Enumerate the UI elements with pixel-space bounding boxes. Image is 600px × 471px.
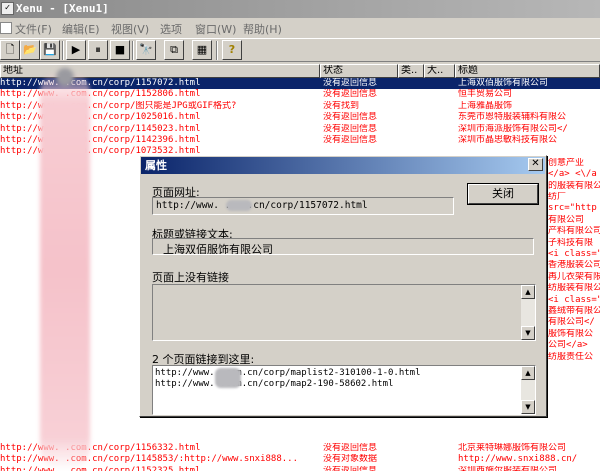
toolbar-separator xyxy=(132,41,134,60)
row-status: 没有返回信息 xyxy=(323,465,378,471)
table-row[interactable] xyxy=(0,420,600,431)
list-header: 地址 状态 类.. 大.. 标题 xyxy=(0,64,600,78)
new-icon[interactable]: 🗋 xyxy=(0,40,20,60)
scrollbar[interactable]: ▲ ▼ xyxy=(521,285,535,340)
toolbar-separator xyxy=(62,41,64,60)
row-title: 深圳市晶思敏科技有限公 xyxy=(458,135,558,145)
title-fragment: 产料有限公司 xyxy=(548,226,600,237)
dialog-title: 属性 xyxy=(145,159,167,172)
table-row[interactable]: http://www. .com.cn/corp/1152806.html 没有返… xyxy=(0,89,600,100)
document-icon[interactable] xyxy=(0,22,12,34)
toolbar: 🗋 📂 💾 ▶ ⏸ ■ 🔭 ⧉ ▦ ? xyxy=(0,38,600,62)
close-button[interactable]: 关闭 xyxy=(468,184,538,204)
title-fragment: 有限公司 xyxy=(548,214,585,225)
row-status: 没有返回信息 xyxy=(323,112,378,123)
title-fragment: </a> <\/a xyxy=(548,169,597,180)
row-title: 恒丰贸易公司 xyxy=(458,89,513,100)
redaction-blur xyxy=(40,68,90,470)
title-fragment: 公司</a> xyxy=(548,340,588,351)
window-title: Xenu - [Xenu1] xyxy=(16,2,109,15)
title-fragment: 纺厂 xyxy=(548,192,567,202)
title-fragment: 鑫绒带有限公 xyxy=(548,306,600,316)
properties-icon[interactable]: ▦ xyxy=(192,40,212,60)
menu-edit[interactable]: 编辑(E) xyxy=(62,21,100,37)
pause-icon[interactable]: ⏸ xyxy=(88,40,108,60)
window-titlebar[interactable]: ✓ Xenu - [Xenu1] xyxy=(0,0,600,18)
text-field[interactable]: 上海双佰服饰有限公司 xyxy=(152,238,534,255)
scroll-up-icon[interactable]: ▲ xyxy=(521,285,535,299)
title-fragment: src="http xyxy=(548,203,597,214)
row-status: 没有找到 xyxy=(323,100,360,111)
close-icon[interactable]: ✕ xyxy=(528,158,543,171)
row-title: 上海雅晶服饰 xyxy=(458,100,513,111)
column-header-status[interactable]: 状态 xyxy=(320,64,398,78)
row-status: 没有对象数据 xyxy=(323,454,378,465)
incoming-link[interactable]: http://www. .com.cn/corp/maplist2-310100… xyxy=(155,368,421,378)
table-row[interactable]: http://www. .com.cn/corp/1145023.html 没有返… xyxy=(0,124,600,135)
help-icon[interactable]: ? xyxy=(222,40,242,60)
menu-bar: 文件(F) 编辑(E) 视图(V) 选项 窗口(W) 帮助(H) xyxy=(0,18,600,38)
column-header-size[interactable]: 大.. xyxy=(424,64,455,78)
table-row[interactable]: http://www. .com.cn/corp/1156332.html 没有返… xyxy=(0,443,600,454)
menu-options[interactable]: 选项 xyxy=(160,21,182,37)
title-fragment: 纺服装有限公 xyxy=(548,283,600,294)
table-row[interactable]: http://www. .com.cn/corp/1142396.html 没有返… xyxy=(0,135,600,146)
menu-help[interactable]: 帮助(H) xyxy=(243,21,282,37)
table-row[interactable]: http://www. .com.cn/corp/1152325.html 没有返… xyxy=(0,466,600,471)
xenu-app-icon[interactable]: ✓ xyxy=(1,2,14,15)
title-fragment: <i class=" xyxy=(548,294,600,305)
copy-icon[interactable]: ⧉ xyxy=(164,40,184,60)
title-fragment: 纺服责任公 xyxy=(548,351,594,362)
scroll-up-icon[interactable]: ▲ xyxy=(521,366,535,380)
row-status: 没有返回信息 xyxy=(323,78,378,88)
row-title: 北京莱特琳娜服饰有限公司 xyxy=(458,442,567,453)
table-row[interactable]: http://www. .com.cn/corp/图只能是JPG或GIF格式? 没… xyxy=(0,101,600,112)
incoming-link[interactable]: http://www. .com.cn/corp/map2-190-58602.… xyxy=(155,379,393,389)
column-header-type[interactable]: 类.. xyxy=(398,64,424,78)
title-fragment: 创意产业 xyxy=(548,157,585,168)
row-title: 上海双佰服饰有限公司 xyxy=(458,78,549,88)
row-status: 没有返回信息 xyxy=(323,123,378,134)
row-status: 没有返回信息 xyxy=(323,442,378,453)
open-icon[interactable]: 📂 xyxy=(20,40,40,60)
row-title: 深圳西施尔服装有限公司 xyxy=(458,465,558,471)
redaction-blur xyxy=(215,368,241,388)
redaction-blur xyxy=(226,200,252,211)
row-status: 没有返回信息 xyxy=(323,89,378,100)
incoming-links-box[interactable]: http://www. .com.cn/corp/maplist2-310100… xyxy=(152,365,536,415)
row-title: 深圳市海派服饰有限公司</ xyxy=(458,123,568,134)
menu-file[interactable]: 文件(F) xyxy=(15,21,52,37)
scroll-down-icon[interactable]: ▼ xyxy=(521,400,535,414)
no-links-label: 页面上没有链接 xyxy=(152,271,229,284)
find-icon[interactable]: 🔭 xyxy=(136,40,156,60)
table-row[interactable]: http://www. .com.cn/corp/1145853/:http:/… xyxy=(0,454,600,465)
table-row[interactable]: http://www. .com.cn/corp/1157072.html 没有返… xyxy=(0,78,600,90)
title-fragment: 香港服装公司 xyxy=(548,260,600,271)
toolbar-separator xyxy=(216,41,218,60)
outgoing-links-box[interactable]: ▲ ▼ xyxy=(152,284,536,341)
row-status: 没有返回信息 xyxy=(323,135,378,145)
title-fragment: 服饰有限公 xyxy=(548,328,594,339)
stop-icon[interactable]: ■ xyxy=(110,40,130,60)
scrollbar[interactable]: ▲ ▼ xyxy=(521,366,535,414)
scroll-down-icon[interactable]: ▼ xyxy=(521,326,535,340)
start-icon[interactable]: ▶ xyxy=(66,40,86,60)
table-row[interactable]: http://www. .com.cn/corp/1025016.html 没有返… xyxy=(0,112,600,123)
save-icon[interactable]: 💾 xyxy=(40,40,60,60)
column-header-title[interactable]: 标题 xyxy=(455,64,600,78)
dialog-titlebar[interactable]: 属性 xyxy=(141,157,545,174)
title-fragment: 的服装有限公 xyxy=(548,180,600,191)
title-fragment: 有限公司</ xyxy=(548,317,595,328)
row-title: http://www.snxi888.cn/ xyxy=(458,454,578,465)
title-fragment: 再儿衣架有限 xyxy=(548,271,600,282)
url-field[interactable]: http://www. .com.cn/corp/1157072.html xyxy=(152,197,454,215)
row-url: http://www. .com.cn/corp/1152325.html xyxy=(0,465,201,471)
menu-view[interactable]: 视图(V) xyxy=(111,21,149,37)
properties-dialog: 属性 ✕ 页面网址: http://www. .com.cn/corp/1157… xyxy=(139,155,547,417)
menu-window[interactable]: 窗口(W) xyxy=(195,21,236,37)
row-title: 东莞市恩特服装辅料有限公 xyxy=(458,112,567,123)
title-fragment: 子科技有限 xyxy=(548,237,594,248)
title-fragment: <i class=" xyxy=(548,249,600,259)
table-row[interactable] xyxy=(0,431,600,442)
